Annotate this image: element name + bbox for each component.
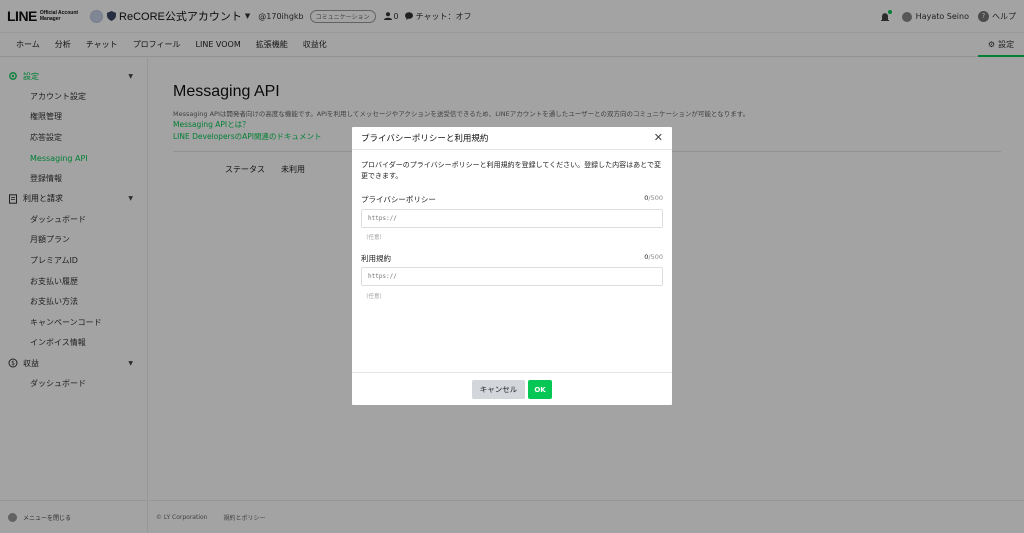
close-icon[interactable]: ✕ — [654, 132, 663, 144]
privacy-policy-optional-note: （任意） — [363, 235, 386, 241]
privacy-terms-dialog: プライバシーポリシーと利用規約 ✕ プロバイダーのプライバシーポリシーと利用規約… — [352, 127, 672, 405]
terms-max: /500 — [648, 253, 663, 261]
terms-counter: 0/500 — [644, 253, 663, 261]
privacy-policy-counter: 0/500 — [644, 194, 663, 202]
privacy-policy-input[interactable] — [361, 209, 663, 228]
dialog-footer: キャンセル OK — [352, 372, 672, 405]
privacy-policy-label: プライバシーポリシー — [361, 195, 436, 204]
terms-input[interactable] — [361, 267, 663, 286]
dialog-header: プライバシーポリシーと利用規約 ✕ — [352, 127, 672, 150]
terms-optional-note: （任意） — [363, 294, 386, 300]
dialog-title: プライバシーポリシーと利用規約 — [361, 134, 489, 144]
privacy-policy-max: /500 — [648, 194, 663, 202]
ok-button[interactable]: OK — [528, 380, 552, 399]
cancel-button[interactable]: キャンセル — [472, 380, 525, 399]
dialog-description: プロバイダーのプライバシーポリシーと利用規約を登録してください。登録した内容はあ… — [361, 161, 661, 180]
terms-label: 利用規約 — [361, 254, 391, 263]
